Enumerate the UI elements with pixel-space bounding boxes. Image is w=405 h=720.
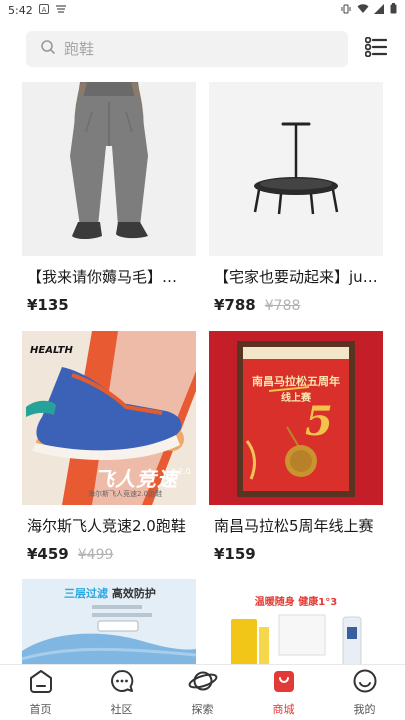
product-title[interactable]: 南昌马拉松5周年线上赛 xyxy=(209,515,379,536)
product-original-price: ¥788 xyxy=(264,298,301,314)
home-icon xyxy=(28,668,54,698)
product-price: ¥788 xyxy=(214,296,256,314)
product-title[interactable]: 【我来请你薅马毛】马拉松 xyxy=(22,266,192,287)
search-input[interactable] xyxy=(64,40,304,58)
status-time: 5:42 xyxy=(8,3,33,17)
search-row xyxy=(26,30,391,68)
product-price: ¥159 xyxy=(214,545,256,563)
filter-menu-button[interactable] xyxy=(364,36,388,61)
product-image-running-shoe[interactable]: HEALTH 飞人竞速 2.0 海尔斯飞人竞速2.0跑鞋 xyxy=(22,331,196,505)
product-title[interactable]: 【宅家也要动起来】jump xyxy=(209,266,379,287)
image-headline: 温暖随身 健康1°3 xyxy=(254,597,338,608)
tab-label: 探索 xyxy=(191,703,214,716)
price-row: ¥459 ¥499 xyxy=(22,545,196,563)
search-box[interactable] xyxy=(26,31,348,67)
brand-logo-text: HEALTH xyxy=(30,345,73,356)
product-card[interactable]: 三层过滤 高效防护 xyxy=(22,579,196,669)
price-row: ¥159 xyxy=(209,545,383,563)
product-card[interactable]: 温暖随身 健康1°3 xyxy=(209,579,383,669)
product-card[interactable]: 5 南昌马拉松五周年 线上赛 南昌马拉松5周年线上赛 ¥159 xyxy=(209,331,383,563)
status-bar: 5:42 A xyxy=(0,0,405,20)
product-image-pants[interactable] xyxy=(22,82,196,256)
tab-label: 首页 xyxy=(29,703,52,716)
image-caption: 海尔斯飞人竞速2.0跑鞋 xyxy=(88,490,163,498)
tab-community[interactable]: 社区 xyxy=(92,668,152,717)
image-slogan: 飞人竞速 xyxy=(94,467,178,491)
product-original-price: ¥499 xyxy=(77,547,114,563)
planet-icon xyxy=(188,668,218,698)
battery-icon xyxy=(390,3,397,17)
product-image-heat-patch[interactable]: 温暖随身 健康1°3 xyxy=(209,579,383,669)
image-subheader: 线上赛 xyxy=(281,393,311,404)
price-row: ¥788 ¥788 xyxy=(209,296,383,314)
tab-home[interactable]: 首页 xyxy=(11,668,71,717)
tab-profile[interactable]: 我的 xyxy=(335,668,395,717)
wifi-icon xyxy=(357,3,369,17)
tab-mall[interactable]: 商城 xyxy=(254,668,314,717)
tab-label: 我的 xyxy=(353,703,376,716)
search-icon xyxy=(40,39,56,59)
product-price: ¥135 xyxy=(27,296,69,314)
notification-app-icon xyxy=(55,4,67,17)
price-row: ¥135 xyxy=(22,296,196,314)
product-price: ¥459 xyxy=(27,545,69,563)
shopping-bag-icon xyxy=(272,668,296,698)
image-version: 2.0 xyxy=(178,467,191,476)
image-headline: 三层过滤 高效防护 xyxy=(64,587,156,600)
product-image-trampoline[interactable] xyxy=(209,82,383,256)
chat-bubble-icon xyxy=(109,668,135,698)
product-image-medal-frame[interactable]: 5 南昌马拉松五周年 线上赛 xyxy=(209,331,383,505)
image-header: 南昌马拉松五周年 xyxy=(252,375,340,388)
product-card[interactable]: HEALTH 飞人竞速 2.0 海尔斯飞人竞速2.0跑鞋 海尔斯飞人竞速2.0跑… xyxy=(22,331,196,563)
tab-label: 商城 xyxy=(272,703,295,716)
svg-text:5: 5 xyxy=(305,398,333,445)
smiley-face-icon xyxy=(352,668,378,698)
signal-icon xyxy=(374,3,385,17)
product-title[interactable]: 海尔斯飞人竞速2.0跑鞋 xyxy=(22,515,192,536)
product-image-face-mask[interactable]: 三层过滤 高效防护 xyxy=(22,579,196,669)
product-card[interactable]: 【我来请你薅马毛】马拉松 ¥135 xyxy=(22,82,196,314)
filter-list-icon xyxy=(364,36,388,61)
vibrate-icon xyxy=(340,4,352,17)
svg-text:A: A xyxy=(41,6,46,14)
tab-explore[interactable]: 探索 xyxy=(173,668,233,717)
bottom-tab-bar: 首页 社区 探索 商城 我的 xyxy=(0,664,405,720)
notification-a-icon: A xyxy=(38,3,49,17)
tab-label: 社区 xyxy=(110,703,133,716)
product-card[interactable]: 【宅家也要动起来】jump ¥788 ¥788 xyxy=(209,82,383,314)
